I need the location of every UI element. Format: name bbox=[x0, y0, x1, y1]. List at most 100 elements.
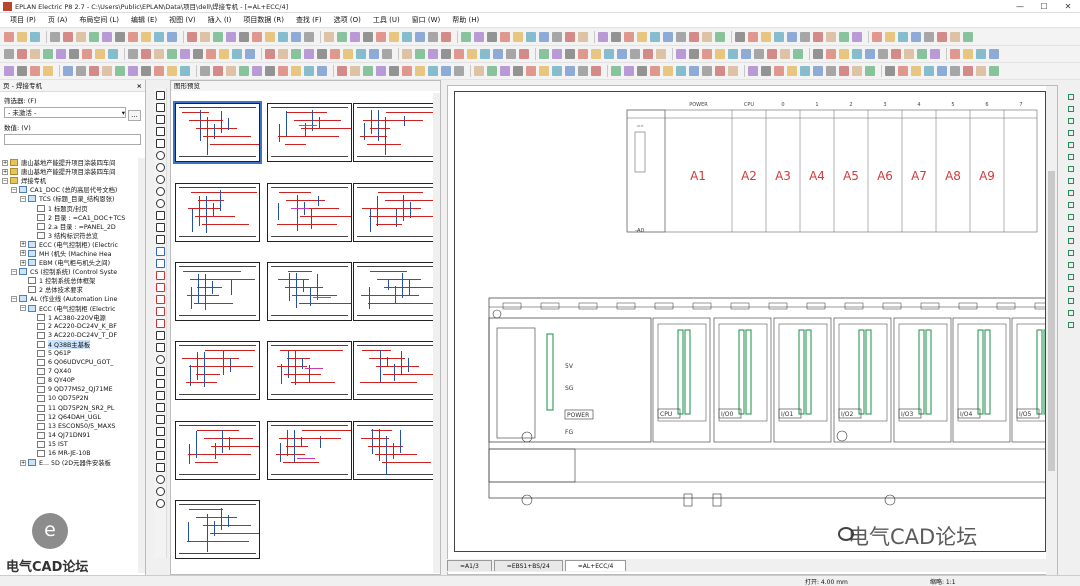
toolbar-tool-icon[interactable] bbox=[552, 49, 562, 59]
toolbar-tool-icon[interactable] bbox=[611, 66, 621, 76]
toolbar-tool-icon[interactable] bbox=[4, 32, 14, 42]
toolbar-tool-icon[interactable] bbox=[265, 32, 275, 42]
menu-window[interactable]: 窗口 (W) bbox=[406, 15, 447, 25]
toolbar-tool-icon[interactable] bbox=[167, 49, 177, 59]
toolbar-tool-icon[interactable] bbox=[787, 66, 797, 76]
toolbar-tool-icon[interactable] bbox=[493, 49, 503, 59]
toolbar-tool-icon[interactable] bbox=[461, 32, 471, 42]
navigation-tool-icon[interactable] bbox=[1068, 226, 1074, 232]
toolbar-tool-icon[interactable] bbox=[245, 49, 255, 59]
drawing-tool-icon[interactable] bbox=[156, 319, 165, 328]
toolbar-tool-icon[interactable] bbox=[278, 32, 288, 42]
toolbar-tool-icon[interactable] bbox=[382, 49, 392, 59]
toolbar-tool-icon[interactable] bbox=[885, 66, 895, 76]
toolbar-tool-icon[interactable] bbox=[350, 66, 360, 76]
toolbar-tool-icon[interactable] bbox=[63, 66, 73, 76]
tree-node[interactable]: 3 结构标识符总览 bbox=[2, 231, 143, 240]
toolbar-tool-icon[interactable] bbox=[128, 49, 138, 59]
toolbar-tool-icon[interactable] bbox=[715, 66, 725, 76]
toolbar-tool-icon[interactable] bbox=[917, 49, 927, 59]
toolbar-tool-icon[interactable] bbox=[4, 66, 14, 76]
toolbar-tool-icon[interactable] bbox=[115, 66, 125, 76]
toolbar-tool-icon[interactable] bbox=[17, 49, 27, 59]
drawing-tool-icon[interactable] bbox=[156, 271, 165, 280]
toolbar-tool-icon[interactable] bbox=[63, 32, 73, 42]
collapse-icon[interactable]: − bbox=[11, 295, 17, 302]
toolbar-tool-icon[interactable] bbox=[578, 66, 588, 76]
toolbar-tool-icon[interactable] bbox=[376, 32, 386, 42]
toolbar-tool-icon[interactable] bbox=[480, 49, 490, 59]
navigation-tool-icon[interactable] bbox=[1068, 142, 1074, 148]
toolbar-tool-icon[interactable] bbox=[930, 49, 940, 59]
toolbar-tool-icon[interactable] bbox=[265, 49, 275, 59]
toolbar-tool-icon[interactable] bbox=[761, 66, 771, 76]
drawing-tool-icon[interactable] bbox=[156, 367, 165, 376]
toolbar-tool-icon[interactable] bbox=[206, 49, 216, 59]
toolbar-tool-icon[interactable] bbox=[474, 32, 484, 42]
toolbar-tool-icon[interactable] bbox=[415, 49, 425, 59]
drawing-tool-icon[interactable] bbox=[156, 103, 165, 112]
toolbar-tool-icon[interactable] bbox=[826, 49, 836, 59]
toolbar-tool-icon[interactable] bbox=[30, 32, 40, 42]
page-thumbnail[interactable] bbox=[353, 103, 438, 162]
drawing-tool-icon[interactable] bbox=[156, 295, 165, 304]
toolbar-tool-icon[interactable] bbox=[317, 49, 327, 59]
tree-node[interactable]: 6 Q06UDVCPU_GOT_ bbox=[2, 358, 143, 367]
tree-node[interactable]: 14 QJ71DN91 bbox=[2, 431, 143, 440]
toolbar-tool-icon[interactable] bbox=[852, 32, 862, 42]
toolbar-tool-icon[interactable] bbox=[911, 32, 921, 42]
toolbar-tool-icon[interactable] bbox=[226, 32, 236, 42]
toolbar-tool-icon[interactable] bbox=[741, 49, 751, 59]
toolbar-tool-icon[interactable] bbox=[904, 49, 914, 59]
tree-node[interactable]: + MH (机头 (Machine Hea bbox=[2, 249, 143, 258]
drawing-tool-icon[interactable] bbox=[156, 391, 165, 400]
drawing-tool-icon[interactable] bbox=[156, 403, 165, 412]
drawing-tool-icon[interactable] bbox=[156, 307, 165, 316]
page-thumbnail[interactable] bbox=[175, 262, 260, 321]
navigation-tool-icon[interactable] bbox=[1068, 106, 1074, 112]
toolbar-tool-icon[interactable] bbox=[650, 66, 660, 76]
toolbar-tool-icon[interactable] bbox=[317, 66, 327, 76]
page-thumbnail[interactable] bbox=[353, 341, 438, 400]
toolbar-tool-icon[interactable] bbox=[474, 66, 484, 76]
toolbar-tool-icon[interactable] bbox=[728, 49, 738, 59]
schematic-canvas[interactable]: OUT -A0 POWER CPU 0 1 2 3 4 5 6 7 A1 A2 A3 A4 A5 A6 A7 A8… bbox=[454, 91, 1070, 552]
toolbar-tool-icon[interactable] bbox=[852, 66, 862, 76]
toolbar-tool-icon[interactable] bbox=[89, 32, 99, 42]
expand-icon[interactable]: + bbox=[20, 459, 26, 466]
navigation-tool-icon[interactable] bbox=[1068, 118, 1074, 124]
drawing-tool-icon[interactable] bbox=[156, 463, 165, 472]
toolbar-tool-icon[interactable] bbox=[767, 49, 777, 59]
toolbar-tool-icon[interactable] bbox=[839, 32, 849, 42]
drawing-tool-icon[interactable] bbox=[156, 451, 165, 460]
navigation-tool-icon[interactable] bbox=[1068, 178, 1074, 184]
toolbar-tool-icon[interactable] bbox=[278, 49, 288, 59]
toolbar-tool-icon[interactable] bbox=[56, 49, 66, 59]
drawing-tool-icon[interactable] bbox=[156, 379, 165, 388]
toolbar-tool-icon[interactable] bbox=[924, 66, 934, 76]
toolbar-tool-icon[interactable] bbox=[389, 66, 399, 76]
preview-scrollbar[interactable] bbox=[433, 93, 440, 573]
collapse-icon[interactable]: − bbox=[11, 186, 17, 193]
toolbar-tool-icon[interactable] bbox=[128, 66, 138, 76]
navigation-tool-icon[interactable] bbox=[1068, 166, 1074, 172]
toolbar-tool-icon[interactable] bbox=[376, 66, 386, 76]
collapse-icon[interactable]: − bbox=[20, 195, 26, 202]
toolbar-tool-icon[interactable] bbox=[715, 32, 725, 42]
toolbar-tool-icon[interactable] bbox=[154, 32, 164, 42]
toolbar-tool-icon[interactable] bbox=[898, 66, 908, 76]
minimize-button[interactable]: — bbox=[1008, 2, 1032, 11]
toolbar-tool-icon[interactable] bbox=[115, 32, 125, 42]
toolbar-tool-icon[interactable] bbox=[728, 66, 738, 76]
tree-node[interactable]: 9 QD77MS2_QJ71ME bbox=[2, 385, 143, 394]
tree-node[interactable]: 3 AC220-DC24V_T_DF bbox=[2, 331, 143, 340]
toolbar-tool-icon[interactable] bbox=[415, 66, 425, 76]
toolbar-tool-icon[interactable] bbox=[650, 32, 660, 42]
tree-node[interactable]: + E... 5D (2D元器件安装板 bbox=[2, 458, 143, 467]
toolbar-tool-icon[interactable] bbox=[565, 32, 575, 42]
toolbar-tool-icon[interactable] bbox=[500, 32, 510, 42]
toolbar-tool-icon[interactable] bbox=[43, 66, 53, 76]
toolbar-tool-icon[interactable] bbox=[539, 66, 549, 76]
page-thumbnail[interactable] bbox=[353, 262, 438, 321]
page-thumbnail[interactable] bbox=[353, 421, 438, 480]
